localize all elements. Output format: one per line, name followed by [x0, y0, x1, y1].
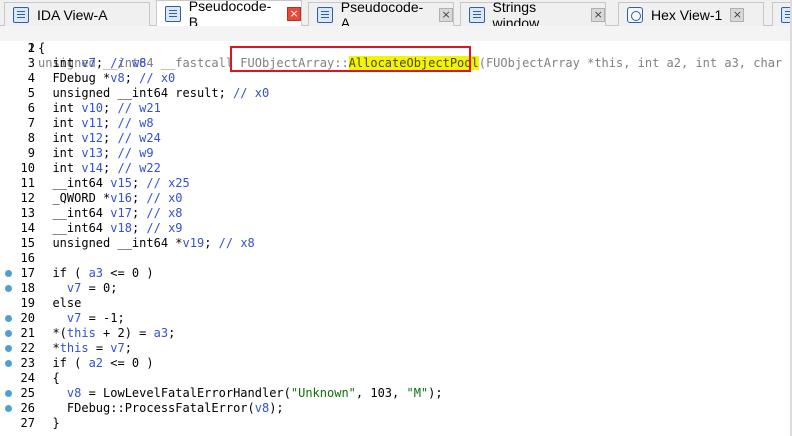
line-number: 2: [27, 41, 35, 55]
code-line[interactable]: 19 else: [0, 296, 792, 311]
code-line[interactable]: 20 v7 = -1;: [0, 311, 792, 326]
code-line[interactable]: 14 __int64 v18; // x9: [0, 221, 792, 236]
pseudocode-view[interactable]: 1 unsigned __int64 __fastcall FUObjectAr…: [0, 26, 792, 436]
code-line[interactable]: 15 unsigned __int64 *v19; // x8: [0, 236, 792, 251]
code-line[interactable]: 16: [0, 251, 792, 266]
line-number: 10: [20, 161, 35, 175]
line-number: 19: [20, 296, 35, 310]
code-text: v8 = LowLevelFatalErrorHandler("Unknown"…: [66, 386, 443, 400]
code-line[interactable]: 6 int v10; // w21: [0, 101, 792, 116]
code-line[interactable]: 17 if ( a3 <= 0 ): [0, 266, 792, 281]
tab-overflow[interactable]: [772, 2, 792, 26]
code-text: _QWORD *v16; // x0: [38, 191, 183, 205]
code-text: int v13; // w9: [38, 146, 154, 160]
line-number: 9: [27, 146, 35, 160]
code-text: FDebug *v8; // x0: [38, 71, 176, 85]
line-number: 24: [20, 371, 35, 385]
code-text: else: [38, 296, 82, 310]
code-line[interactable]: 4 FDebug *v8; // x0: [0, 71, 792, 86]
code-line[interactable]: 12 _QWORD *v16; // x0: [0, 191, 792, 206]
line-number: 18: [20, 281, 35, 295]
code-line[interactable]: 21 *(this + 2) = a3;: [0, 326, 792, 341]
line-number: 15: [20, 236, 35, 250]
line-number: 4: [27, 71, 35, 85]
line-number: 7: [27, 116, 35, 130]
line-number: 21: [20, 326, 35, 340]
code-text: __int64 v18; // x9: [38, 221, 183, 235]
code-text: {: [38, 41, 46, 55]
code-line[interactable]: 9 int v13; // w9: [0, 146, 792, 161]
code-line[interactable]: 26 FDebug::ProcessFatalError(v8);: [0, 401, 792, 416]
line-number: 3: [27, 56, 35, 70]
code-text: int v14; // w22: [38, 161, 161, 175]
code-text: int v12; // w24: [38, 131, 161, 145]
close-icon[interactable]: ×: [287, 7, 301, 21]
pseudocode-icon: [317, 6, 333, 23]
close-icon[interactable]: ×: [730, 7, 745, 22]
code-line[interactable]: 10 int v14; // w22: [0, 161, 792, 176]
tab-ida-view-a[interactable]: IDA View-A: [4, 2, 150, 26]
code-text: __int64 v15; // x25: [38, 176, 190, 190]
line-number: 20: [20, 311, 35, 325]
code-line[interactable]: 25 v8 = LowLevelFatalErrorHandler("Unkno…: [0, 386, 792, 401]
code-line[interactable]: 24 {: [0, 371, 792, 386]
tab-pseudocode-b[interactable]: Pseudocode-B ×: [156, 0, 302, 30]
code-line[interactable]: 2{: [0, 41, 792, 56]
code-text: v7 = -1;: [66, 311, 125, 325]
code-line[interactable]: 13 __int64 v17; // x8: [0, 206, 792, 221]
code-line[interactable]: 23 if ( a2 <= 0 ): [0, 356, 792, 371]
code-text: {: [38, 371, 60, 385]
code-line[interactable]: 8 int v12; // w24: [0, 131, 792, 146]
tab-label: IDA View-A: [37, 6, 108, 23]
code-line[interactable]: 3 int v7; // w8: [0, 56, 792, 71]
code-line-header[interactable]: 1 unsigned __int64 __fastcall FUObjectAr…: [0, 26, 792, 70]
line-number: 14: [20, 221, 35, 235]
line-number: 8: [27, 131, 35, 145]
code-text: *(this + 2) = a3;: [38, 326, 176, 340]
line-number: 27: [20, 416, 35, 430]
close-icon[interactable]: ×: [439, 7, 453, 22]
code-text: *this = v7;: [38, 341, 132, 355]
code-text: __int64 v17; // x8: [38, 206, 183, 220]
line-number: 26: [20, 401, 35, 415]
code-text: int v10; // w21: [38, 101, 161, 115]
line-number: 23: [20, 356, 35, 370]
hex-view-icon: [627, 6, 643, 23]
code-line[interactable]: 27 }: [0, 416, 792, 431]
code-text: int v11; // w8: [38, 116, 154, 130]
code-text: if ( a2 <= 0 ): [38, 356, 154, 370]
tab-pseudocode-a[interactable]: Pseudocode-A ×: [308, 0, 454, 31]
tab-bar: IDA View-A Pseudocode-B × Pseudocode-A ×…: [0, 0, 792, 31]
code-text: unsigned __int64 *v19; // x8: [38, 236, 255, 250]
line-number: 11: [20, 176, 35, 190]
tab-strings-window[interactable]: Strings window ×: [460, 0, 606, 31]
close-icon[interactable]: ×: [591, 7, 605, 22]
line-number: 5: [27, 86, 35, 100]
line-number: 6: [27, 101, 35, 115]
line-number: 13: [20, 206, 35, 220]
strings-icon: [469, 6, 485, 23]
code-text: FDebug::ProcessFatalError(v8);: [38, 401, 284, 415]
code-line[interactable]: 11 __int64 v15; // x25: [0, 176, 792, 191]
tab-hex-view-1[interactable]: Hex View-1 ×: [618, 2, 764, 26]
code-text: v7 = 0;: [66, 281, 118, 295]
code-text: }: [38, 416, 60, 430]
pseudocode-icon: [165, 6, 181, 22]
code-text: unsigned __int64 result; // x0: [38, 86, 270, 100]
line-number: 16: [20, 251, 35, 265]
code-line[interactable]: 7 int v11; // w8: [0, 116, 792, 131]
code-line[interactable]: 5 unsigned __int64 result; // x0: [0, 86, 792, 101]
code-text: int v7; // w8: [38, 56, 147, 70]
ida-view-icon: [13, 6, 29, 23]
code-line[interactable]: 18 v7 = 0;: [0, 281, 792, 296]
line-number: 22: [20, 341, 35, 355]
code-line[interactable]: 22 *this = v7;: [0, 341, 792, 356]
code-text: if ( a3 <= 0 ): [38, 266, 154, 280]
line-number: 12: [20, 191, 35, 205]
line-number: 17: [20, 266, 35, 280]
line-number: 25: [20, 386, 35, 400]
tab-label: Hex View-1: [651, 6, 723, 23]
